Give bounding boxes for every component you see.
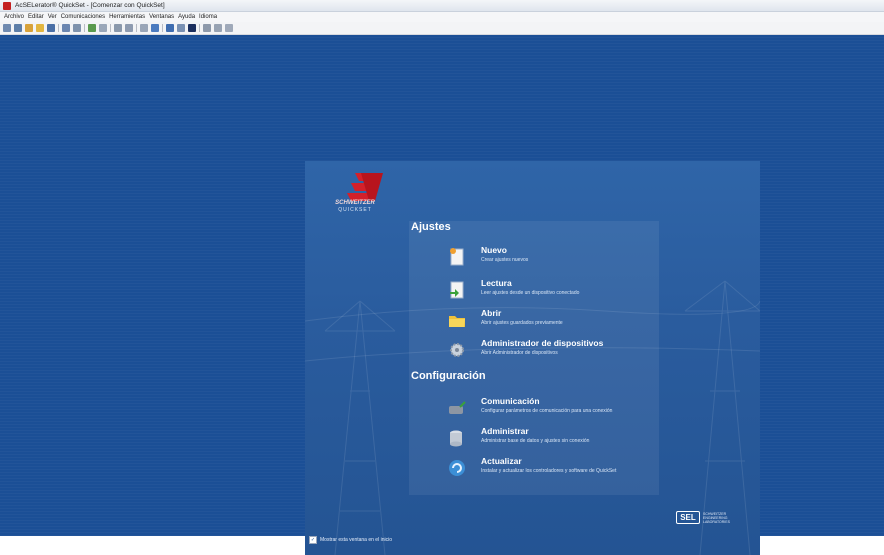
- help-icon[interactable]: [225, 24, 233, 32]
- option-actualizar-desc: Instalar y actualizar los controladores …: [481, 468, 617, 474]
- option-abrir[interactable]: Abrir Abrir ajustes guardados previament…: [447, 308, 657, 332]
- toolbar-separator: [162, 24, 163, 32]
- option-administrador-desc: Abrir Administrador de dispositivos: [481, 350, 558, 356]
- toolbar: [0, 22, 884, 35]
- option-lectura-title: Lectura: [481, 278, 512, 288]
- sel-tagline: SCHWEITZER ENGINEERING LABORATORIES: [703, 511, 730, 524]
- new-icon[interactable]: [25, 24, 33, 32]
- menu-ventanas[interactable]: Ventanas: [149, 14, 174, 20]
- option-nuevo-desc: Crear ajustes nuevos: [481, 257, 529, 263]
- option-nuevo[interactable]: Nuevo Crear ajustes nuevos: [447, 245, 657, 269]
- option-comunicacion[interactable]: Comunicación Configurar parámetros de co…: [447, 396, 657, 420]
- option-lectura[interactable]: Lectura Leer ajustes desde un dispositiv…: [447, 278, 657, 302]
- save-icon[interactable]: [47, 24, 55, 32]
- window-title: AcSELerator® QuickSet - [Comenzar con Qu…: [15, 2, 165, 9]
- option-administrador-dispositivos[interactable]: Administrador de dispositivos Abrir Admi…: [447, 338, 657, 362]
- open-folder-icon[interactable]: [36, 24, 44, 32]
- toolbar-separator: [58, 24, 59, 32]
- new-document-icon: [450, 248, 464, 266]
- menu-idioma[interactable]: Idioma: [199, 14, 217, 20]
- show-on-startup-checkbox[interactable]: ✓: [309, 536, 317, 544]
- start-panel: SCHWEITZER QUICKSET Ajustes Nuevo Crear …: [305, 161, 760, 555]
- terminal-icon[interactable]: [177, 24, 185, 32]
- sel-logo-mark: SEL: [676, 511, 700, 524]
- back-icon[interactable]: [3, 24, 11, 32]
- save-all-icon[interactable]: [62, 24, 70, 32]
- show-on-startup-label: Mostrar esta ventana en el inicio: [320, 537, 392, 543]
- app-logo-icon: [3, 1, 11, 10]
- menu-archivo[interactable]: Archivo: [4, 14, 24, 20]
- brand-name: SCHWEITZER: [335, 200, 375, 206]
- brand-product: QUICKSET: [338, 207, 372, 213]
- option-administrar-desc: Administrar base de datos y ajustes sin …: [481, 438, 590, 444]
- option-administrar[interactable]: Administrar Administrar base de datos y …: [447, 426, 657, 450]
- menu-ayuda[interactable]: Ayuda: [178, 14, 195, 20]
- workspace-background: SCHWEITZER QUICKSET Ajustes Nuevo Crear …: [0, 35, 884, 555]
- grid-icon[interactable]: [203, 24, 211, 32]
- menu-comunicaciones[interactable]: Comunicaciones: [61, 14, 105, 20]
- menu-bar: Archivo Editar Ver Comunicaciones Herram…: [0, 12, 884, 22]
- database-icon: [450, 430, 462, 447]
- option-abrir-title: Abrir: [481, 308, 502, 318]
- toolbar-separator: [199, 24, 200, 32]
- communication-icon: [449, 401, 466, 414]
- app-window: AcSELerator® QuickSet - [Comenzar con Qu…: [0, 0, 884, 555]
- section-heading-ajustes: Ajustes: [411, 221, 451, 233]
- device-manager-icon: [450, 343, 464, 357]
- startup-checkbox-row[interactable]: ✓ Mostrar esta ventana en el inicio: [309, 536, 392, 544]
- menu-ver[interactable]: Ver: [48, 14, 57, 20]
- option-administrar-title: Administrar: [481, 426, 529, 436]
- option-lectura-desc: Leer ajustes desde un dispositivo conect…: [481, 290, 580, 296]
- toolbar-separator: [84, 24, 85, 32]
- option-nuevo-title: Nuevo: [481, 245, 507, 255]
- option-comunicacion-desc: Configurar parámetros de comunicación pa…: [481, 408, 613, 414]
- disconnect-icon[interactable]: [166, 24, 174, 32]
- copy-icon[interactable]: [125, 24, 133, 32]
- menu-herramientas[interactable]: Herramientas: [109, 14, 145, 20]
- sel-logo: SEL SCHWEITZER ENGINEERING LABORATORIES: [676, 511, 743, 524]
- read-icon[interactable]: [88, 24, 96, 32]
- cut-icon[interactable]: [114, 24, 122, 32]
- toolbar-separator: [136, 24, 137, 32]
- option-abrir-desc: Abrir ajustes guardados previamente: [481, 320, 563, 326]
- list-icon[interactable]: [214, 24, 222, 32]
- section-heading-configuracion: Configuración: [411, 370, 486, 382]
- paste-icon[interactable]: [140, 24, 148, 32]
- read-settings-icon: [450, 281, 464, 299]
- option-actualizar[interactable]: Actualizar Instalar y actualizar los con…: [447, 456, 657, 480]
- update-icon: [449, 460, 465, 476]
- toolbar-separator: [110, 24, 111, 32]
- option-administrador-title: Administrador de dispositivos: [481, 338, 604, 348]
- settings-icon[interactable]: [14, 24, 22, 32]
- folder-icon: [449, 316, 465, 327]
- menu-editar[interactable]: Editar: [28, 14, 44, 20]
- connect-icon[interactable]: [151, 24, 159, 32]
- option-actualizar-title: Actualizar: [481, 456, 522, 466]
- option-comunicacion-title: Comunicación: [481, 396, 540, 406]
- stop-icon[interactable]: [188, 24, 196, 32]
- title-bar: AcSELerator® QuickSet - [Comenzar con Qu…: [0, 0, 884, 12]
- send-icon[interactable]: [99, 24, 107, 32]
- print-icon[interactable]: [73, 24, 81, 32]
